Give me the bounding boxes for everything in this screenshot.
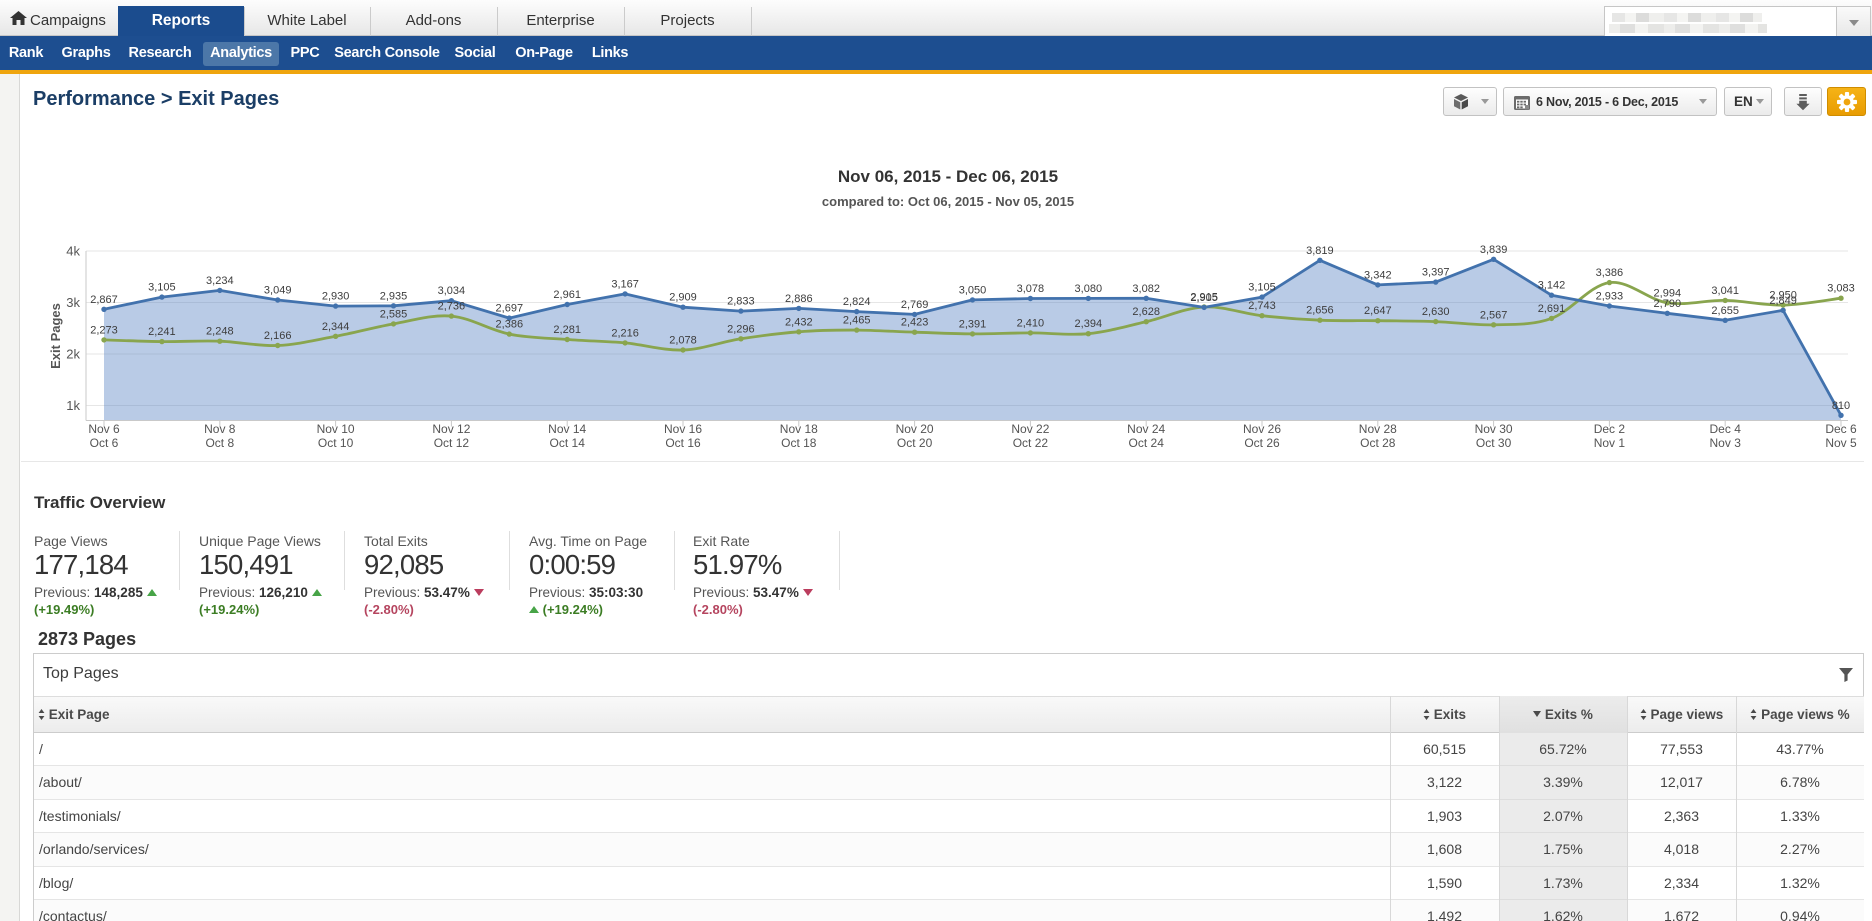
svg-text:Exit Pages: Exit Pages xyxy=(48,303,63,369)
svg-text:2,166: 2,166 xyxy=(264,330,292,342)
svg-text:2,691: 2,691 xyxy=(1538,303,1566,315)
svg-text:Oct 12: Oct 12 xyxy=(434,436,470,450)
svg-text:3,049: 3,049 xyxy=(264,285,292,297)
svg-text:3,397: 3,397 xyxy=(1422,267,1450,279)
svg-text:3,819: 3,819 xyxy=(1306,245,1334,257)
svg-text:Oct 14: Oct 14 xyxy=(550,436,586,450)
svg-text:3,034: 3,034 xyxy=(438,285,466,297)
svg-text:Oct 28: Oct 28 xyxy=(1360,436,1396,450)
svg-text:2,216: 2,216 xyxy=(611,327,639,339)
svg-text:Nov 12: Nov 12 xyxy=(432,422,470,436)
svg-text:2,909: 2,909 xyxy=(669,292,697,304)
svg-text:2,867: 2,867 xyxy=(90,294,118,306)
svg-text:Oct 18: Oct 18 xyxy=(781,436,817,450)
svg-text:2,736: 2,736 xyxy=(438,301,466,313)
svg-text:Oct 30: Oct 30 xyxy=(1476,436,1512,450)
svg-text:3,105: 3,105 xyxy=(1248,282,1276,294)
svg-text:Oct 8: Oct 8 xyxy=(205,436,234,450)
svg-text:Oct 6: Oct 6 xyxy=(90,436,119,450)
svg-text:3,167: 3,167 xyxy=(611,278,639,290)
svg-text:2,585: 2,585 xyxy=(380,308,408,320)
svg-text:3k: 3k xyxy=(66,295,80,310)
svg-text:2,630: 2,630 xyxy=(1422,306,1450,318)
svg-text:2,344: 2,344 xyxy=(322,321,350,333)
svg-text:2,886: 2,886 xyxy=(785,293,813,305)
svg-text:3,142: 3,142 xyxy=(1538,280,1566,292)
svg-text:3,083: 3,083 xyxy=(1827,283,1855,295)
svg-text:Dec 4: Dec 4 xyxy=(1710,422,1742,436)
svg-text:Nov 10: Nov 10 xyxy=(317,422,355,436)
svg-text:2,386: 2,386 xyxy=(496,319,524,331)
svg-text:Nov 30: Nov 30 xyxy=(1475,422,1513,436)
svg-text:2,656: 2,656 xyxy=(1306,305,1334,317)
svg-text:2,824: 2,824 xyxy=(843,296,871,308)
svg-text:2,647: 2,647 xyxy=(1364,305,1392,317)
svg-text:2,296: 2,296 xyxy=(727,323,755,335)
svg-text:2,930: 2,930 xyxy=(322,291,350,303)
svg-text:2,391: 2,391 xyxy=(959,318,987,330)
svg-text:Nov 20: Nov 20 xyxy=(896,422,934,436)
svg-text:2,743: 2,743 xyxy=(1248,300,1276,312)
svg-text:Dec 6: Dec 6 xyxy=(1825,422,1857,436)
svg-text:2,961: 2,961 xyxy=(553,289,581,301)
svg-text:2k: 2k xyxy=(66,347,80,362)
svg-text:2,410: 2,410 xyxy=(1017,317,1045,329)
svg-text:1k: 1k xyxy=(66,398,80,413)
svg-text:3,041: 3,041 xyxy=(1711,285,1739,297)
svg-text:3,839: 3,839 xyxy=(1480,244,1508,256)
svg-text:2,905: 2,905 xyxy=(1190,292,1218,304)
svg-text:2,933: 2,933 xyxy=(1596,291,1624,303)
svg-text:2,394: 2,394 xyxy=(1075,318,1103,330)
svg-text:3,386: 3,386 xyxy=(1596,267,1624,279)
svg-text:2,281: 2,281 xyxy=(553,324,581,336)
svg-text:Nov 28: Nov 28 xyxy=(1359,422,1397,436)
svg-text:Nov 8: Nov 8 xyxy=(204,422,236,436)
svg-text:2,423: 2,423 xyxy=(901,317,929,329)
svg-text:2,833: 2,833 xyxy=(727,296,755,308)
svg-text:2,769: 2,769 xyxy=(901,299,929,311)
svg-text:810: 810 xyxy=(1832,400,1850,412)
svg-text:2,078: 2,078 xyxy=(669,335,697,347)
svg-text:3,080: 3,080 xyxy=(1075,283,1103,295)
svg-text:2,697: 2,697 xyxy=(496,303,524,315)
svg-text:Nov 5: Nov 5 xyxy=(1825,436,1857,450)
svg-text:Nov 18: Nov 18 xyxy=(780,422,818,436)
svg-text:2,241: 2,241 xyxy=(148,326,176,338)
svg-text:Nov 1: Nov 1 xyxy=(1594,436,1626,450)
svg-text:2,628: 2,628 xyxy=(1132,306,1160,318)
svg-text:3,342: 3,342 xyxy=(1364,269,1392,281)
svg-text:Oct 16: Oct 16 xyxy=(665,436,701,450)
svg-text:Nov 6: Nov 6 xyxy=(88,422,120,436)
svg-text:Nov 14: Nov 14 xyxy=(548,422,586,436)
svg-text:4k: 4k xyxy=(66,244,80,259)
svg-text:3,078: 3,078 xyxy=(1017,283,1045,295)
svg-text:3,082: 3,082 xyxy=(1132,283,1160,295)
svg-text:Nov 22: Nov 22 xyxy=(1011,422,1049,436)
svg-text:2,790: 2,790 xyxy=(1654,298,1682,310)
svg-text:Nov 26: Nov 26 xyxy=(1243,422,1281,436)
svg-text:Dec 2: Dec 2 xyxy=(1594,422,1626,436)
svg-text:2,567: 2,567 xyxy=(1480,309,1508,321)
svg-text:Oct 24: Oct 24 xyxy=(1129,436,1165,450)
svg-text:3,105: 3,105 xyxy=(148,282,176,294)
svg-text:Oct 22: Oct 22 xyxy=(1013,436,1049,450)
svg-text:Oct 10: Oct 10 xyxy=(318,436,354,450)
svg-text:3,234: 3,234 xyxy=(206,275,234,287)
svg-text:2,465: 2,465 xyxy=(843,315,871,327)
svg-text:2,273: 2,273 xyxy=(90,324,118,336)
svg-text:2,432: 2,432 xyxy=(785,316,813,328)
svg-text:Nov 16: Nov 16 xyxy=(664,422,702,436)
svg-text:2,935: 2,935 xyxy=(380,290,408,302)
svg-text:2,655: 2,655 xyxy=(1711,305,1739,317)
svg-text:Oct 26: Oct 26 xyxy=(1244,436,1280,450)
svg-text:Nov 3: Nov 3 xyxy=(1710,436,1742,450)
svg-text:2,248: 2,248 xyxy=(206,326,234,338)
svg-text:Oct 20: Oct 20 xyxy=(897,436,933,450)
svg-text:Nov 24: Nov 24 xyxy=(1127,422,1165,436)
svg-text:3,050: 3,050 xyxy=(959,284,987,296)
svg-text:2,849: 2,849 xyxy=(1769,295,1797,307)
